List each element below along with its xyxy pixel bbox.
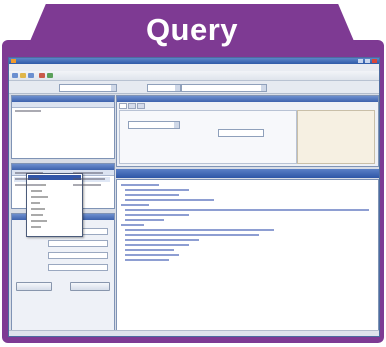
close-icon[interactable] bbox=[372, 59, 377, 63]
tab-3[interactable] bbox=[137, 103, 145, 109]
schema-select[interactable] bbox=[147, 84, 181, 92]
options-area bbox=[119, 110, 297, 164]
sql-editor-header bbox=[116, 169, 379, 178]
property-input[interactable] bbox=[48, 240, 108, 247]
window-controls bbox=[358, 59, 377, 63]
options-tabs bbox=[119, 103, 145, 109]
property-input[interactable] bbox=[48, 252, 108, 259]
maximize-icon[interactable] bbox=[365, 59, 370, 63]
stop-icon[interactable] bbox=[39, 73, 45, 78]
reset-button[interactable] bbox=[70, 282, 110, 291]
chevron-down-icon bbox=[174, 122, 179, 128]
property-field bbox=[16, 264, 110, 271]
status-bar bbox=[9, 330, 379, 336]
query-card: Query bbox=[0, 0, 386, 347]
preview-area bbox=[297, 110, 375, 164]
value-input[interactable] bbox=[218, 129, 264, 137]
left-text-strokes bbox=[15, 110, 105, 186]
option-select[interactable] bbox=[128, 121, 180, 129]
menu-bar bbox=[9, 64, 379, 71]
save-icon[interactable] bbox=[28, 73, 34, 78]
connection-bar bbox=[9, 81, 379, 94]
code-text-strokes bbox=[121, 184, 369, 261]
database-select[interactable] bbox=[59, 84, 117, 92]
open-icon[interactable] bbox=[20, 73, 26, 78]
chevron-down-icon bbox=[175, 85, 180, 91]
tab-1[interactable] bbox=[119, 103, 127, 109]
right-column bbox=[116, 95, 379, 335]
table-select[interactable] bbox=[181, 84, 267, 92]
chevron-down-icon bbox=[261, 85, 266, 91]
toolbar bbox=[9, 71, 379, 81]
chevron-down-icon bbox=[111, 85, 116, 91]
query-options-pane bbox=[116, 95, 379, 167]
sql-editor[interactable] bbox=[116, 179, 379, 335]
tab-2[interactable] bbox=[128, 103, 136, 109]
new-icon[interactable] bbox=[12, 73, 18, 78]
card-title: Query bbox=[145, 12, 239, 47]
minimize-icon[interactable] bbox=[358, 59, 363, 63]
property-field bbox=[16, 240, 110, 247]
property-field bbox=[16, 252, 110, 259]
run-icon[interactable] bbox=[47, 73, 53, 78]
app-window-screenshot bbox=[8, 57, 380, 337]
app-icon bbox=[11, 59, 16, 63]
property-input[interactable] bbox=[48, 264, 108, 271]
pane-header bbox=[117, 96, 378, 102]
apply-button[interactable] bbox=[16, 282, 52, 291]
